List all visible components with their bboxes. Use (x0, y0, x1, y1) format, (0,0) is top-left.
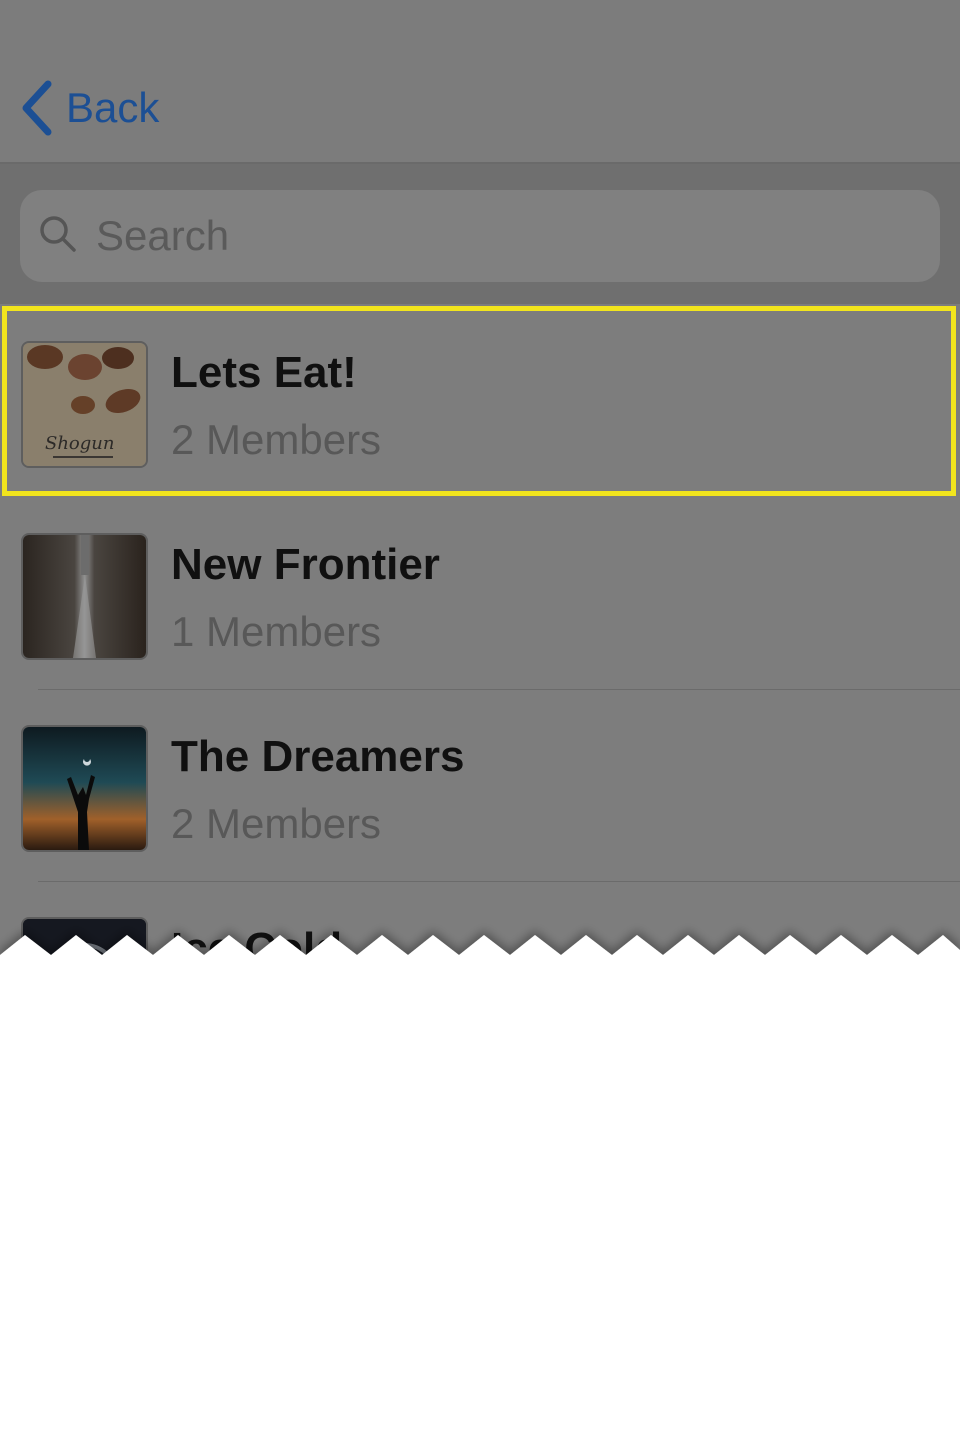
group-title: Lets Eat! (171, 348, 357, 397)
list-item-the-dreamers[interactable]: The Dreamers 2 Members (0, 690, 960, 882)
thumbnail-logo-text: Shogun (45, 433, 114, 454)
search-bar-container: Search (0, 164, 960, 304)
torn-edge (0, 935, 960, 980)
navigation-bar: Back (0, 0, 960, 164)
group-members: 1 Members (171, 608, 382, 655)
group-members: 2 Members (171, 800, 382, 847)
search-placeholder: Search (96, 212, 230, 259)
screen: Back Search Shogun Lets Eat! 2 Members N… (0, 0, 960, 960)
group-thumbnail: Shogun (21, 341, 148, 468)
group-members: 2 Members (171, 416, 382, 463)
group-title: The Dreamers (171, 732, 465, 781)
group-thumbnail (21, 725, 148, 852)
group-thumbnail (21, 533, 148, 660)
back-button[interactable]: Back (20, 78, 159, 138)
group-title: New Frontier (171, 540, 440, 589)
search-input[interactable]: Search (20, 190, 940, 282)
back-label: Back (66, 84, 160, 131)
list-item-new-frontier[interactable]: New Frontier 1 Members (0, 498, 960, 690)
list-item-lets-eat[interactable]: Shogun Lets Eat! 2 Members (0, 306, 960, 498)
chevron-left-icon (20, 80, 54, 136)
search-icon (38, 214, 78, 259)
